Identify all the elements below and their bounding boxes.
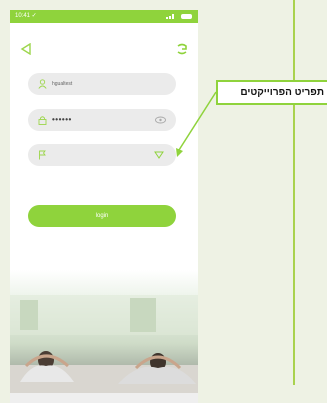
callout-arrow [176, 91, 217, 157]
